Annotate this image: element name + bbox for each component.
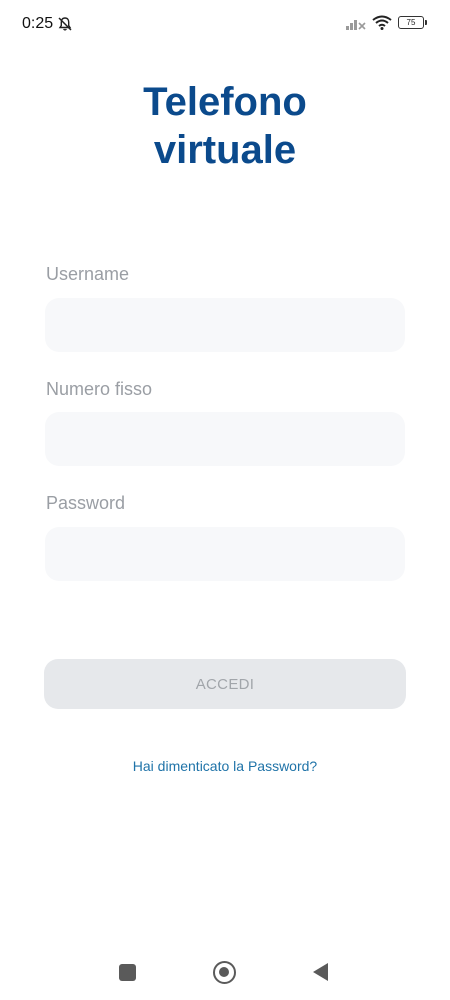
- status-icons: 75: [346, 15, 427, 30]
- username-input[interactable]: [45, 298, 405, 352]
- bell-muted-icon: [58, 17, 72, 31]
- password-input[interactable]: [45, 527, 405, 581]
- wifi-icon: [372, 15, 392, 30]
- login-screen: 0:25 75 Telefono virtuale Username Numer…: [0, 0, 450, 1000]
- back-icon[interactable]: [313, 963, 328, 981]
- battery-icon: 75: [398, 16, 427, 29]
- home-icon[interactable]: [213, 961, 236, 984]
- app-title: Telefono virtuale: [0, 78, 450, 174]
- status-time: 0:25: [22, 15, 54, 32]
- landline-label: Numero fisso: [46, 379, 153, 399]
- battery-level: 75: [406, 18, 416, 27]
- app-title-line1: Telefono: [143, 80, 307, 124]
- status-bar: 0:25 75: [0, 0, 450, 50]
- signal-off-icon: [346, 19, 366, 30]
- recents-icon[interactable]: [119, 964, 136, 981]
- landline-input[interactable]: [45, 412, 405, 466]
- login-button[interactable]: ACCEDI: [44, 659, 406, 709]
- forgot-password-link[interactable]: Hai dimenticato la Password?: [0, 758, 450, 774]
- username-label: Username: [46, 264, 130, 284]
- password-label: Password: [46, 493, 126, 513]
- app-title-line2: virtuale: [153, 128, 297, 172]
